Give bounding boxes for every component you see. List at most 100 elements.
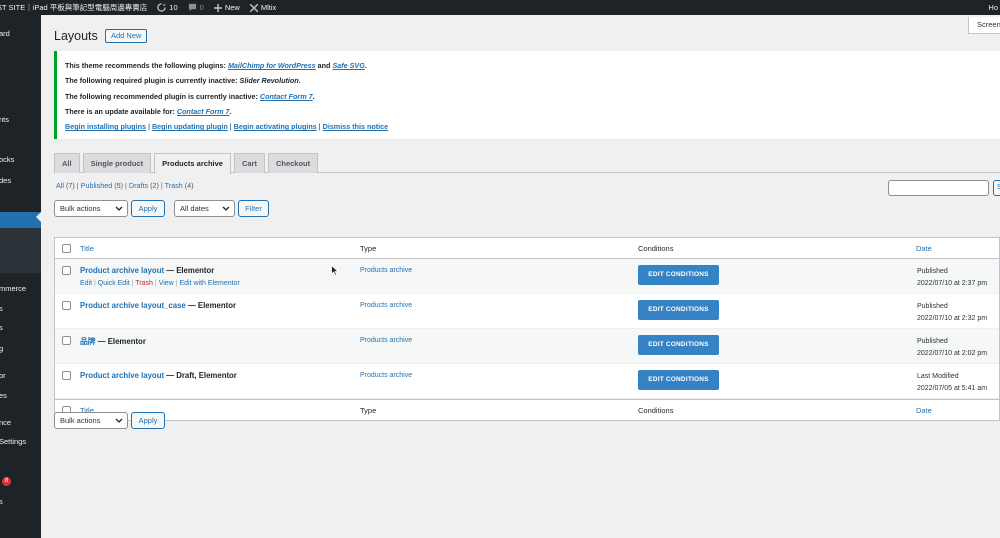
layout-title-link[interactable]: Product archive layout (80, 371, 164, 380)
admin-bar-mltix[interactable]: Mltix (249, 3, 276, 12)
admin-bar-account[interactable]: Ho (988, 0, 998, 15)
filter-label: Trash (164, 181, 183, 190)
layouts-table: Title Type Conditions Date Product archi… (54, 237, 1000, 421)
type-link[interactable]: Products archive (360, 337, 412, 344)
notice-line: This theme recommends the following plug… (65, 60, 1000, 75)
row-checkbox[interactable] (62, 371, 71, 380)
sidebar-item-dashboard[interactable]: ard (0, 27, 10, 39)
begin-updating-link[interactable]: Begin updating plugin (152, 122, 228, 131)
date-filter-select[interactable]: All dates (174, 200, 235, 217)
begin-activating-link[interactable]: Begin activating plugins (234, 122, 317, 131)
slider-revolution-text: Slider Revolution (239, 76, 299, 86)
date-cell: Published 2022/07/10 at 2:02 pm (917, 336, 987, 360)
row-checkbox[interactable] (62, 301, 71, 310)
tab-checkout[interactable]: Checkout (267, 153, 319, 173)
sidebar-item-appearance[interactable]: nce (0, 416, 11, 428)
post-status: Last Modified (917, 373, 959, 380)
edit-conditions-button[interactable]: EDIT CONDITIONS (638, 370, 719, 390)
sidebar-item-woocommerce[interactable]: mmerce (0, 282, 26, 294)
filter-all[interactable]: All (7) (56, 181, 75, 190)
notice-text: There is an update available for: (65, 106, 175, 116)
filter-button[interactable]: Filter (238, 200, 269, 217)
date-column-header[interactable]: Date (916, 244, 932, 253)
tab-all[interactable]: All (54, 153, 80, 173)
new-label: New (224, 3, 240, 12)
tab-cart[interactable]: Cart (233, 153, 265, 173)
post-date: 2022/07/10 at 2:37 pm (917, 280, 988, 287)
type-link[interactable]: Products archive (360, 267, 412, 274)
bulk-actions-select-bottom[interactable]: Bulk actions (54, 412, 128, 429)
post-status: Published (917, 303, 948, 310)
sidebar-item-label: s (0, 322, 3, 332)
chevron-down-icon (222, 206, 230, 211)
layout-title-link[interactable]: 品牌 (80, 337, 96, 346)
type-column-header: Type (360, 244, 377, 253)
contact-form-link[interactable]: Contact Form 7 (260, 92, 313, 101)
mailchimp-link[interactable]: MailChimp for WordPress (228, 61, 316, 70)
sidebar-item-products[interactable]: s (0, 302, 3, 314)
separator: | (131, 280, 134, 287)
search-input[interactable] (888, 180, 989, 196)
separator: | (154, 280, 157, 287)
apply-button-bottom[interactable]: Apply (131, 412, 165, 429)
sidebar-item-blocks[interactable]: ocks (0, 153, 14, 165)
safe-svg-link[interactable]: Safe SVG (332, 61, 364, 70)
filter-published[interactable]: Published (5) (81, 181, 123, 190)
filter-trash[interactable]: Trash (4) (165, 181, 194, 190)
sidebar-item-templates[interactable]: es (0, 389, 7, 401)
admin-bar-site-name[interactable]: ST SITE｜iPad 平板與筆記型電腦周邊專賣店 (0, 2, 147, 13)
sidebar-item-analytics[interactable]: s (0, 321, 3, 333)
sidebar-item-settings[interactable]: Settings (0, 435, 26, 447)
admin-bar-comments[interactable]: 0 (188, 3, 204, 12)
type-link[interactable]: Products archive (360, 372, 412, 379)
row-checkbox[interactable] (62, 336, 71, 345)
type-link[interactable]: Products archive (360, 302, 412, 309)
edit-conditions-button[interactable]: EDIT CONDITIONS (638, 335, 719, 355)
table-row: Product archive layout — Elementor Edit … (55, 259, 999, 294)
date-column-footer[interactable]: Date (916, 406, 932, 415)
table-row: 品牌 — Elementor Products archive EDIT CON… (55, 329, 999, 364)
view-link[interactable]: View (159, 280, 174, 287)
add-new-button[interactable]: Add New (105, 29, 148, 43)
tab-products-archive[interactable]: Products archive (154, 153, 231, 174)
howdy-text: Ho (988, 3, 998, 12)
trash-link[interactable]: Trash (135, 280, 153, 287)
sidebar-item-plugins[interactable]: 8 (0, 475, 11, 487)
date-cell: Published 2022/07/10 at 2:32 pm (917, 301, 987, 325)
sidebar-item-elementor[interactable]: or (0, 369, 6, 381)
quick-edit-link[interactable]: Quick Edit (98, 280, 130, 287)
sidebar-item-label: g (0, 343, 4, 353)
sidebar-item-comments[interactable]: nts (0, 113, 9, 125)
filter-drafts[interactable]: Drafts (2) (129, 181, 159, 190)
edit-conditions-button[interactable]: EDIT CONDITIONS (638, 265, 719, 285)
admin-bar-new[interactable]: New (213, 3, 240, 12)
conditions-column-footer: Conditions (638, 406, 674, 415)
title-cell: Product archive layout — Elementor (80, 266, 214, 275)
edit-conditions-button[interactable]: EDIT CONDITIONS (638, 300, 719, 320)
edit-link[interactable]: Edit (80, 280, 92, 287)
row-actions: Edit | Quick Edit | Trash | View | Edit … (80, 280, 240, 287)
layout-title-link[interactable]: Product archive layout (80, 266, 164, 275)
tab-single-product[interactable]: Single product (82, 153, 152, 173)
search-button[interactable]: S (993, 180, 1000, 196)
edit-with-elementor-link[interactable]: Edit with Elementor (179, 280, 239, 287)
sidebar-item-users[interactable]: s (0, 495, 3, 507)
bulk-actions-select[interactable]: Bulk actions (54, 200, 128, 217)
select-all-checkbox[interactable] (62, 244, 71, 253)
title-column-header[interactable]: Title (80, 244, 94, 253)
apply-button-top[interactable]: Apply (131, 200, 165, 217)
admin-bar-updates[interactable]: 10 (157, 3, 178, 12)
sidebar-active-item[interactable] (0, 212, 41, 228)
notice-actions: Begin installing plugins | Begin updating … (65, 121, 1000, 136)
sidebar-item-label: Settings (0, 436, 27, 446)
layout-tabs: All Single product Products archive Cart… (54, 153, 1000, 174)
dismiss-notice-link[interactable]: Dismiss this notice (323, 122, 389, 131)
date-filter-value: All dates (180, 204, 209, 213)
begin-installing-link[interactable]: Begin installing plugins (65, 122, 146, 131)
row-checkbox[interactable] (62, 266, 71, 275)
sidebar-item-slides[interactable]: des (0, 174, 11, 186)
sidebar-item-marketing[interactable]: g (0, 342, 3, 354)
screen-options-button[interactable]: Screen (968, 17, 1000, 34)
contact-form-update-link[interactable]: Contact Form 7 (177, 107, 230, 116)
layout-title-link[interactable]: Product archive layout_case (80, 301, 186, 310)
